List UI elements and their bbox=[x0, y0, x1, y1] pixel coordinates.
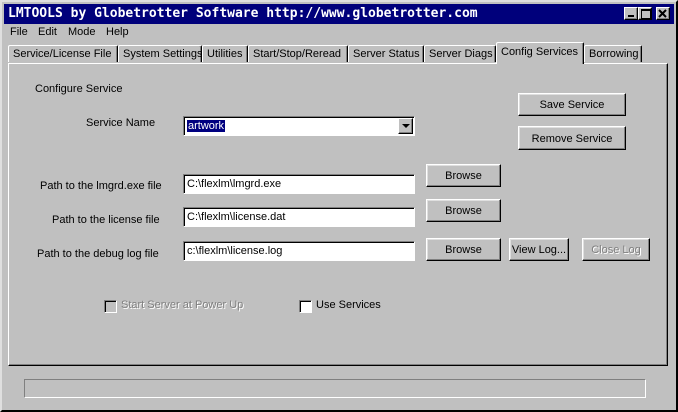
minimize-button[interactable] bbox=[624, 7, 638, 20]
tab-config-services[interactable]: Config Services bbox=[496, 42, 584, 64]
menu-mode[interactable]: Mode bbox=[68, 26, 96, 38]
chevron-down-icon bbox=[402, 124, 410, 128]
menu-help[interactable]: Help bbox=[106, 26, 129, 38]
tab-system-settings[interactable]: System Settings bbox=[118, 45, 202, 62]
debug-log-path-field[interactable] bbox=[183, 241, 415, 261]
view-log-button[interactable]: View Log... bbox=[509, 238, 569, 261]
license-path-input[interactable] bbox=[187, 211, 414, 223]
menu-file[interactable]: File bbox=[10, 26, 28, 38]
minimize-icon bbox=[628, 15, 634, 17]
menu-edit[interactable]: Edit bbox=[38, 26, 57, 38]
close-icon bbox=[658, 9, 667, 18]
menu-bar: File Edit Mode Help bbox=[4, 24, 674, 42]
service-name-combobox[interactable]: artwork bbox=[183, 116, 415, 136]
service-name-value: artwork bbox=[187, 120, 226, 132]
browse-license-button[interactable]: Browse bbox=[426, 199, 501, 222]
license-path-label: Path to the license file bbox=[52, 214, 160, 226]
title-bar[interactable]: LMTOOLS by Globetrotter Software http://… bbox=[4, 4, 674, 24]
maximize-icon bbox=[641, 9, 651, 19]
window-title: LMTOOLS by Globetrotter Software http://… bbox=[8, 6, 478, 21]
start-at-powerup-label: Start Server at Power Up bbox=[121, 299, 244, 311]
tab-start-stop-reread[interactable]: Start/Stop/Reread bbox=[248, 45, 348, 62]
use-services-label: Use Services bbox=[316, 299, 381, 311]
remove-service-button[interactable]: Remove Service bbox=[518, 126, 626, 150]
start-at-powerup-checkbox[interactable] bbox=[104, 300, 117, 313]
close-button[interactable] bbox=[656, 7, 670, 20]
lmgrd-path-input[interactable] bbox=[187, 178, 414, 190]
tab-utilities[interactable]: Utilities bbox=[202, 45, 248, 62]
use-services-checkbox[interactable] bbox=[299, 300, 312, 313]
tab-strip: Service/License File System Settings Uti… bbox=[0, 42, 678, 64]
lmgrd-path-field[interactable] bbox=[183, 174, 415, 194]
config-services-panel: Configure Service Service Name artwork S… bbox=[8, 63, 668, 366]
debug-log-path-input[interactable] bbox=[187, 245, 414, 257]
browse-debug-log-button[interactable]: Browse bbox=[426, 238, 501, 261]
license-path-field[interactable] bbox=[183, 207, 415, 227]
maximize-button[interactable] bbox=[638, 7, 652, 20]
service-name-label: Service Name bbox=[86, 117, 156, 129]
tab-server-diags[interactable]: Server Diags bbox=[424, 45, 496, 62]
configure-service-label: Configure Service bbox=[35, 83, 123, 95]
debug-log-path-label: Path to the debug log file bbox=[37, 248, 159, 260]
service-name-dropdown-button[interactable] bbox=[398, 118, 413, 134]
save-service-button[interactable]: Save Service bbox=[518, 93, 626, 116]
tab-borrowing[interactable]: Borrowing bbox=[584, 45, 642, 62]
status-bar bbox=[24, 379, 646, 398]
tab-service-license-file[interactable]: Service/License File bbox=[8, 45, 118, 62]
browse-lmgrd-button[interactable]: Browse bbox=[426, 164, 501, 187]
close-log-button[interactable]: Close Log bbox=[582, 238, 650, 261]
lmgrd-path-label: Path to the lmgrd.exe file bbox=[40, 180, 162, 192]
tab-server-status[interactable]: Server Status bbox=[348, 45, 424, 62]
